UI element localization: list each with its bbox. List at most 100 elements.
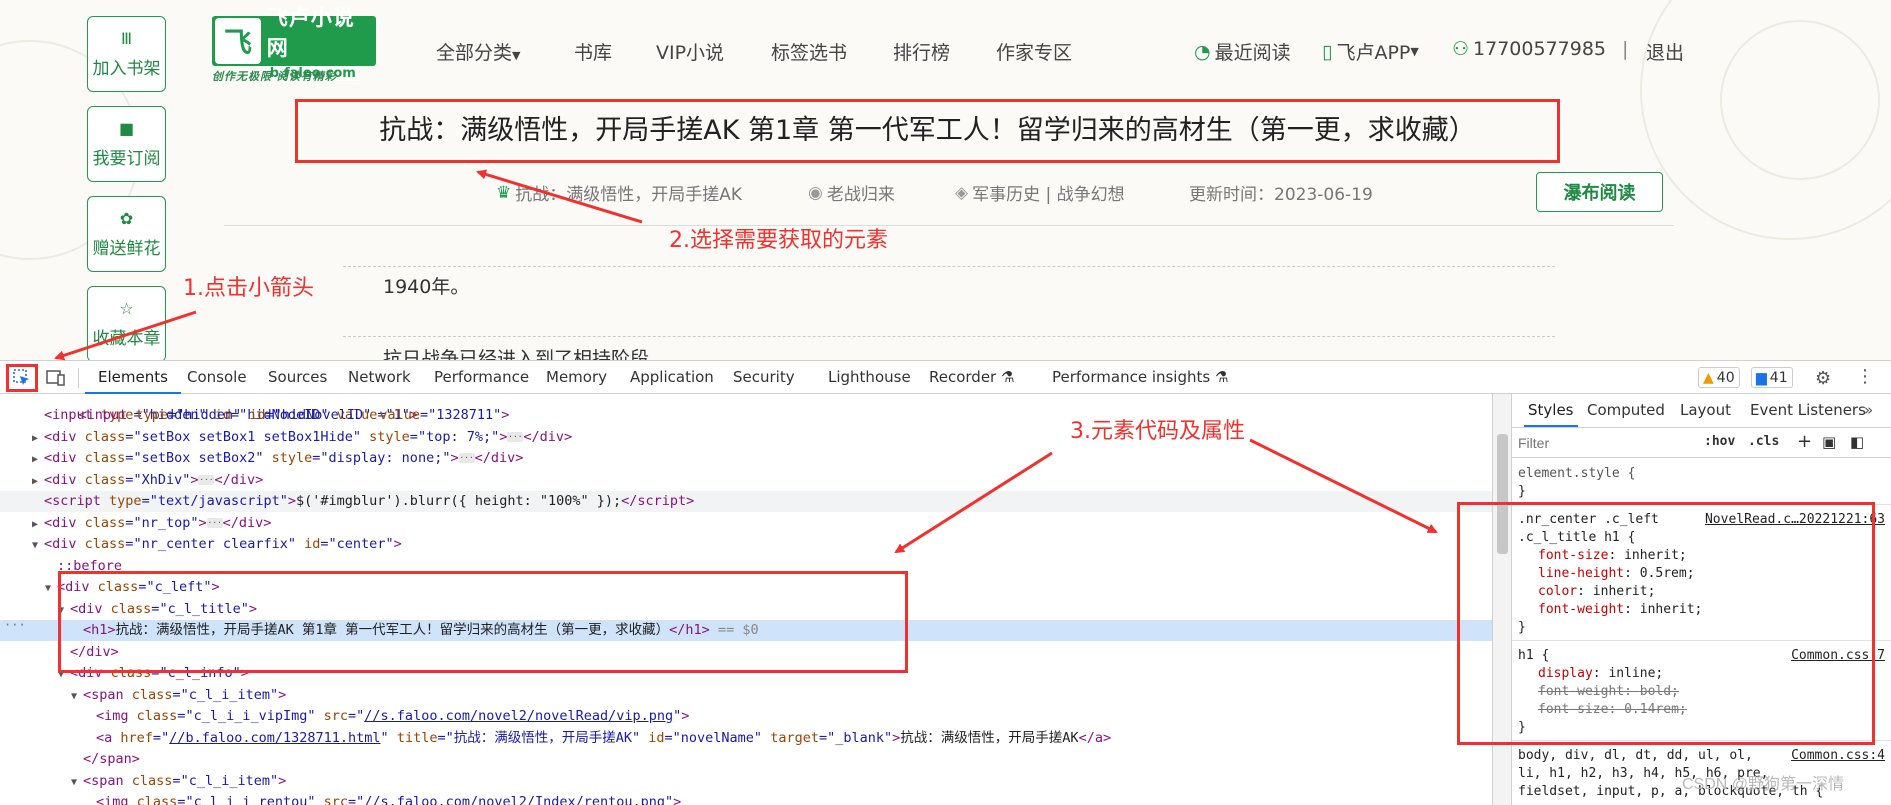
warning-icon: ▲ [1703, 369, 1714, 386]
bookshelf-icon: Ⅲ [120, 28, 133, 48]
code-line-partial: <input type="hidden" id="hidNovelID" val… [78, 407, 510, 423]
nav-rankings[interactable]: 排行榜 [893, 38, 950, 65]
logo-slogan: 创作无极限 阅读有精彩 [212, 70, 337, 83]
code-content: <div class="nr_top">···</div> [44, 514, 272, 531]
code-content: <div class="setBox setBox1 setBox1Hide" … [44, 428, 573, 445]
flask-icon: ⚗ [1001, 368, 1015, 386]
expand-toggle-icon[interactable]: ▶ [32, 449, 44, 470]
expand-toggle-icon[interactable]: ▶ [32, 514, 44, 535]
code-content: <div class="XhDiv">···</div> [44, 471, 264, 488]
code-content: <div class="setBox setBox2" style="displ… [44, 450, 524, 466]
star-icon: ☆ [119, 298, 134, 318]
nav-vip-novels[interactable]: VIP小说 [656, 38, 724, 65]
logout-link[interactable]: 退出 [1646, 38, 1684, 65]
sidebar-button-label: 加入书架 [92, 58, 161, 79]
nav-divider: | [1622, 38, 1629, 60]
code-line[interactable]: ▶ <div class="nr_top">···</div> [0, 513, 1492, 534]
user-account-link[interactable]: ⚇ 17700577985 [1452, 38, 1606, 60]
nav-tag-select[interactable]: 标签选书 [771, 38, 847, 65]
selected-node-ellipsis: ··· [4, 618, 26, 632]
expand-toggle-icon[interactable]: ▼ [71, 686, 83, 707]
tab-performance[interactable]: Performance [434, 361, 529, 394]
tab-recorder[interactable]: Recorder ⚗ [929, 361, 1014, 394]
warnings-badge[interactable]: ▲ 40 [1698, 367, 1740, 388]
chapter-text-line: 1940年。 [383, 276, 470, 298]
tab-console[interactable]: Console [187, 361, 247, 394]
expand-toggle-icon[interactable]: ▶ [32, 428, 44, 449]
author-link[interactable]: ◉ 老战归来 [808, 180, 895, 206]
chapter-title[interactable]: 抗战：满级悟性，开局手搓AK 第1章 第一代军工人！留学归来的高材生（第一更，求… [298, 102, 1557, 160]
devtools-toolbar: Elements Console Sources Network Perform… [0, 360, 1891, 394]
sidebar-button-label: 赠送鲜花 [92, 238, 161, 259]
send-flowers-button[interactable]: ✿ 赠送鲜花 [87, 196, 166, 272]
author-icon: ◉ [808, 182, 823, 203]
expand-toggle-icon[interactable]: ▼ [45, 578, 57, 599]
layers-icon: ◈ [955, 182, 969, 203]
nav-author-zone[interactable]: 作家专区 [996, 38, 1072, 65]
book-category[interactable]: ◈ 军事历史 | 战争幻想 [955, 180, 1125, 206]
add-to-bookshelf-button[interactable]: Ⅲ 加入书架 [87, 16, 166, 92]
gear-icon[interactable]: ⚙ [1815, 368, 1831, 389]
bookmark-icon: ■ [118, 118, 135, 138]
code-line[interactable]: ▶ <div class="setBox setBox1 setBox1Hide"… [0, 427, 1492, 448]
expand-toggle-icon[interactable]: ▼ [71, 772, 83, 793]
divider [343, 266, 1555, 267]
subscribe-button[interactable]: ■ 我要订阅 [87, 106, 166, 182]
code-line[interactable]: <img class="c_l_i_i_rentou" src="//s.fal… [0, 792, 1492, 805]
phone-icon: ▯ [1322, 40, 1333, 63]
device-toolbar-icon[interactable] [46, 369, 66, 387]
tab-memory[interactable]: Memory [546, 361, 607, 394]
watermark: CSDN @野狗第一深情 [1682, 776, 1845, 793]
book-name-link[interactable]: ♛ 抗战：满级悟性，开局手搓AK [496, 180, 742, 206]
app-download-link[interactable]: ▯ 飞卢APP ▼ [1322, 38, 1419, 65]
tab-lighthouse[interactable]: Lighthouse [828, 361, 911, 394]
code-line[interactable]: ▼ <span class="c_l_i_item"> [0, 771, 1492, 792]
inspect-element-icon[interactable] [12, 368, 32, 388]
favorite-chapter-button[interactable]: ☆ 收藏本章 [87, 286, 166, 360]
code-content: <div class="nr_center clearfix" id="cent… [44, 536, 402, 552]
site-logo[interactable]: 飞 飞卢小说网 b.faloo.com [212, 6, 376, 81]
code-line[interactable]: <img class="c_l_i_i_vipImg" src="//s.fal… [0, 706, 1492, 727]
tab-application[interactable]: Application [630, 361, 714, 394]
code-line[interactable]: ▶ <div class="XhDiv">···</div> [0, 470, 1492, 491]
divider [343, 336, 1555, 337]
code-content: <a href="//b.faloo.com/1328711.html" tit… [96, 729, 1112, 746]
tab-sources[interactable]: Sources [268, 361, 327, 394]
vip-icon: ♛ [496, 182, 512, 203]
caret-down-icon: ▼ [512, 49, 521, 62]
flower-icon: ✿ [119, 208, 134, 228]
code-content: <img class="c_l_i_i_vipImg" src="//s.fal… [96, 708, 690, 724]
rule3-source-link[interactable]: Common.css:4 [1791, 748, 1885, 763]
chapter-title-highlight: 抗战：满级悟性，开局手搓AK 第1章 第一代军工人！留学归来的高材生（第一更，求… [295, 99, 1560, 163]
code-line[interactable]: ▼ <span class="c_l_i_item"> [0, 685, 1492, 706]
code-line[interactable]: ▼ <div class="nr_center clearfix" id="cen… [0, 534, 1492, 555]
divider [224, 225, 1674, 226]
logo-name: 飞卢小说网 [266, 5, 355, 60]
code-line[interactable]: <a href="//b.faloo.com/1328711.html" tit… [0, 728, 1492, 749]
logo-mark: 飞 [215, 18, 261, 64]
nav-library[interactable]: 书库 [574, 38, 612, 65]
tab-performance-insights[interactable]: Performance insights ⚗ [1052, 361, 1228, 394]
tab-security[interactable]: Security [733, 361, 795, 394]
recent-reading-link[interactable]: ◔ 最近阅读 [1194, 38, 1291, 65]
nav-all-categories[interactable]: 全部分类▼ [436, 38, 520, 65]
clock-icon: ◔ [1194, 40, 1211, 63]
code-line[interactable]: ▶ <div class="setBox setBox2" style="disp… [0, 448, 1492, 469]
code-content: <script type="text/javascript">$('#imgbl… [44, 493, 695, 509]
rule3-selector: body, div, dl, dt, dd, ul, ol, [1518, 748, 1753, 763]
messages-badge[interactable]: ▆ 41 [1751, 367, 1793, 388]
selected-code-highlight [58, 571, 908, 673]
more-options-icon[interactable]: ⋮ [1856, 366, 1874, 387]
expand-toggle-icon[interactable]: ▶ [32, 471, 44, 492]
web-page: Ⅲ 加入书架 ■ 我要订阅 ✿ 赠送鲜花 ☆ 收藏本章 飞 飞卢小说网 b.fa… [0, 0, 1891, 360]
background-swirl [1720, 20, 1880, 180]
expand-toggle-icon[interactable]: ▼ [32, 535, 44, 556]
code-line[interactable]: </span> [0, 749, 1492, 770]
waterfall-read-button[interactable]: 瀑布阅读 [1536, 172, 1663, 212]
tab-network[interactable]: Network [348, 361, 411, 394]
flask-icon: ⚗ [1214, 368, 1229, 386]
elements-panel: <img class="c_l_i_i_rentou" src="//s.fal… [0, 394, 1492, 805]
tab-elements[interactable]: Elements [85, 361, 181, 394]
code-line[interactable]: <script type="text/javascript">$('#imgbl… [0, 491, 1492, 512]
caret-down-icon: ▼ [1410, 45, 1419, 58]
